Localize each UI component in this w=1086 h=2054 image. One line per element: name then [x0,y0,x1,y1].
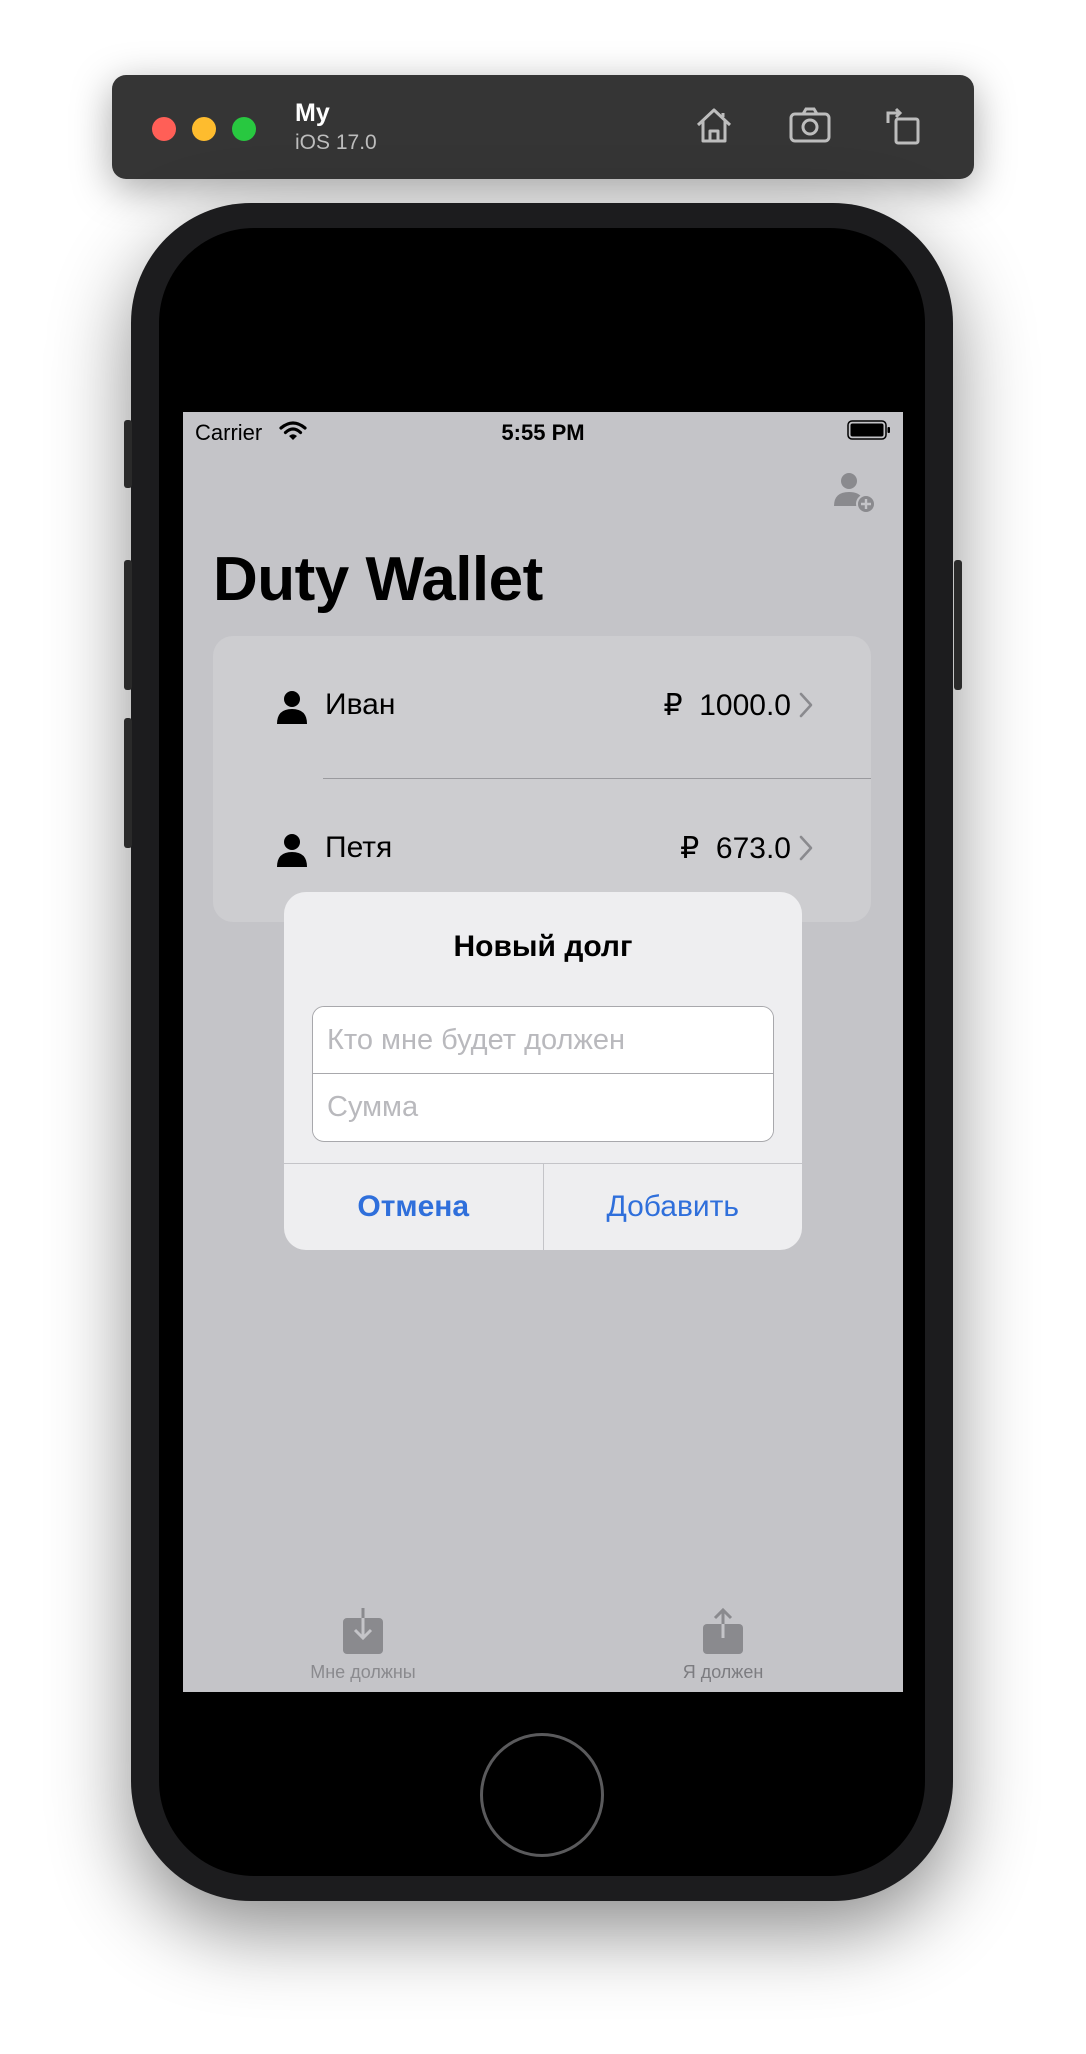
status-bar: Carrier 5:55 PM [183,412,903,452]
add-button[interactable]: Добавить [544,1164,803,1250]
square-arrow-up-icon [703,1608,743,1654]
cancel-button[interactable]: Отмена [284,1164,543,1250]
debtor-name-field[interactable] [313,1007,773,1073]
zoom-window-button[interactable] [232,117,256,141]
person-icon [277,834,307,867]
home-icon[interactable] [690,101,738,149]
tray-arrow-down-icon [343,1608,383,1654]
tab-owed-to-me[interactable]: Мне должны [273,1608,453,1683]
chevron-right-icon [799,692,813,718]
tab-label: Я должен [682,1662,764,1682]
volume-down-button [124,718,132,848]
simulator-toolbar: My iOS 17.0 [112,75,974,179]
new-debt-alert: Новый долг Отмена Добавить [284,892,802,1250]
add-person-button[interactable] [831,468,879,516]
battery-icon [847,420,890,440]
debt-amount: ₽ 1000.0 [663,689,791,722]
debts-list: Иван ₽ 1000.0 Петя ₽ 673.0 [213,636,871,922]
tab-i-owe[interactable]: Я должен [633,1608,813,1683]
amount-field[interactable] [313,1074,773,1140]
debtor-name: Петя [325,831,393,864]
alert-actions: Отмена Добавить [284,1163,802,1250]
tab-label: Мне должны [310,1662,416,1682]
debtor-name: Иван [325,688,396,721]
debt-amount: ₽ 673.0 [680,832,791,865]
status-time: 5:55 PM [501,420,585,445]
device-name: My [295,99,330,127]
person-icon [277,691,307,724]
list-item[interactable]: Иван ₽ 1000.0 [213,636,871,779]
page-title: Duty Wallet [213,545,543,614]
rotate-icon[interactable] [880,101,928,149]
app-screen: Carrier 5:55 PM Duty Wallet Иван ₽ 1000.… [183,412,903,1692]
volume-up-button [124,560,132,690]
home-button[interactable] [480,1733,604,1857]
power-button [954,560,962,690]
mute-switch [124,420,132,488]
close-window-button[interactable] [152,117,176,141]
chevron-right-icon [799,835,813,861]
minimize-window-button[interactable] [192,117,216,141]
alert-title: Новый долг [453,930,633,963]
os-version: iOS 17.0 [295,131,377,154]
screenshot-icon[interactable] [786,101,834,149]
alert-fields [312,1006,774,1142]
